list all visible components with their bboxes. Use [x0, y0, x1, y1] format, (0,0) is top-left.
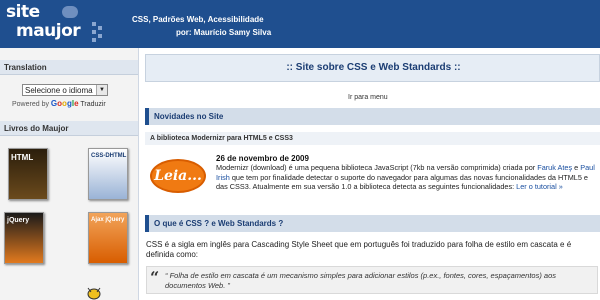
- main-title-bar: :: Site sobre CSS e Web Standards ::: [145, 54, 600, 82]
- news-date: 26 de novembro de 2009: [216, 154, 309, 163]
- book-title: CSS-DHTML: [91, 153, 127, 159]
- logo-cloud-icon: [62, 6, 78, 18]
- site-logo[interactable]: site maujor: [6, 2, 106, 46]
- page-title: :: Site sobre CSS e Web Standards ::: [286, 62, 461, 73]
- modernizr-download-link[interactable]: Modernizr (download): [216, 163, 287, 172]
- google-translate-credit: Powered by Google Traduzir: [12, 99, 106, 108]
- quote-icon: “: [150, 268, 160, 287]
- book-ajax-jquery[interactable]: Ajax jQuery: [88, 212, 128, 264]
- logo-text-maujor: maujor: [16, 21, 81, 41]
- books-title: Livros do Maujor: [0, 121, 138, 136]
- css-quote-text: “ Folha de estilo em cascata é um mecani…: [165, 271, 557, 290]
- chevron-down-icon[interactable]: ▼: [96, 85, 107, 95]
- book-css-dhtml[interactable]: CSS-DHTML: [88, 148, 128, 200]
- book-title: HTML: [11, 153, 34, 162]
- logo-text-site: site: [6, 2, 40, 22]
- read-tutorial-link[interactable]: Ler o tutorial »: [516, 182, 563, 191]
- site-header: site maujor CSS, Padrões Web, Acessibili…: [0, 0, 600, 48]
- mascot-icon: [87, 287, 101, 300]
- book-title: jQuery: [7, 217, 30, 224]
- book-jquery[interactable]: jQuery: [4, 212, 44, 264]
- site-tagline: CSS, Padrões Web, Acessibilidade: [132, 15, 264, 24]
- author-link-faruk[interactable]: Faruk Ateş: [537, 163, 572, 172]
- translate-link[interactable]: Traduzir: [80, 101, 105, 108]
- language-select-value: Selecione o idioma: [25, 86, 93, 95]
- css-definition-text: CSS é a sigla em inglês para Cascading S…: [146, 240, 572, 259]
- news-body: Modernizr (download) é uma pequena bibli…: [216, 163, 595, 191]
- css-heading: O que é CSS ? e Web Standards ?: [145, 215, 600, 232]
- news-subheading[interactable]: A biblioteca Modernizr para HTML5 e CSS3: [145, 132, 600, 145]
- book-html[interactable]: HTML: [8, 148, 48, 200]
- translation-title: Translation: [0, 60, 138, 75]
- news-heading: Novidades no Site: [145, 108, 600, 125]
- book-title: Ajax jQuery: [91, 217, 125, 223]
- logo-dots-icon: [92, 22, 106, 42]
- language-select[interactable]: Selecione o idioma ▼: [22, 84, 108, 96]
- leia-button[interactable]: Leia...: [150, 159, 206, 193]
- site-byline: por: Maurício Samy Silva: [176, 28, 272, 37]
- powered-by-label: Powered by: [12, 101, 49, 108]
- css-quote-box: “ “ Folha de estilo em cascata é um meca…: [146, 266, 598, 294]
- skip-to-menu-link[interactable]: Ir para menu: [348, 94, 388, 101]
- google-logo[interactable]: Google: [51, 99, 79, 108]
